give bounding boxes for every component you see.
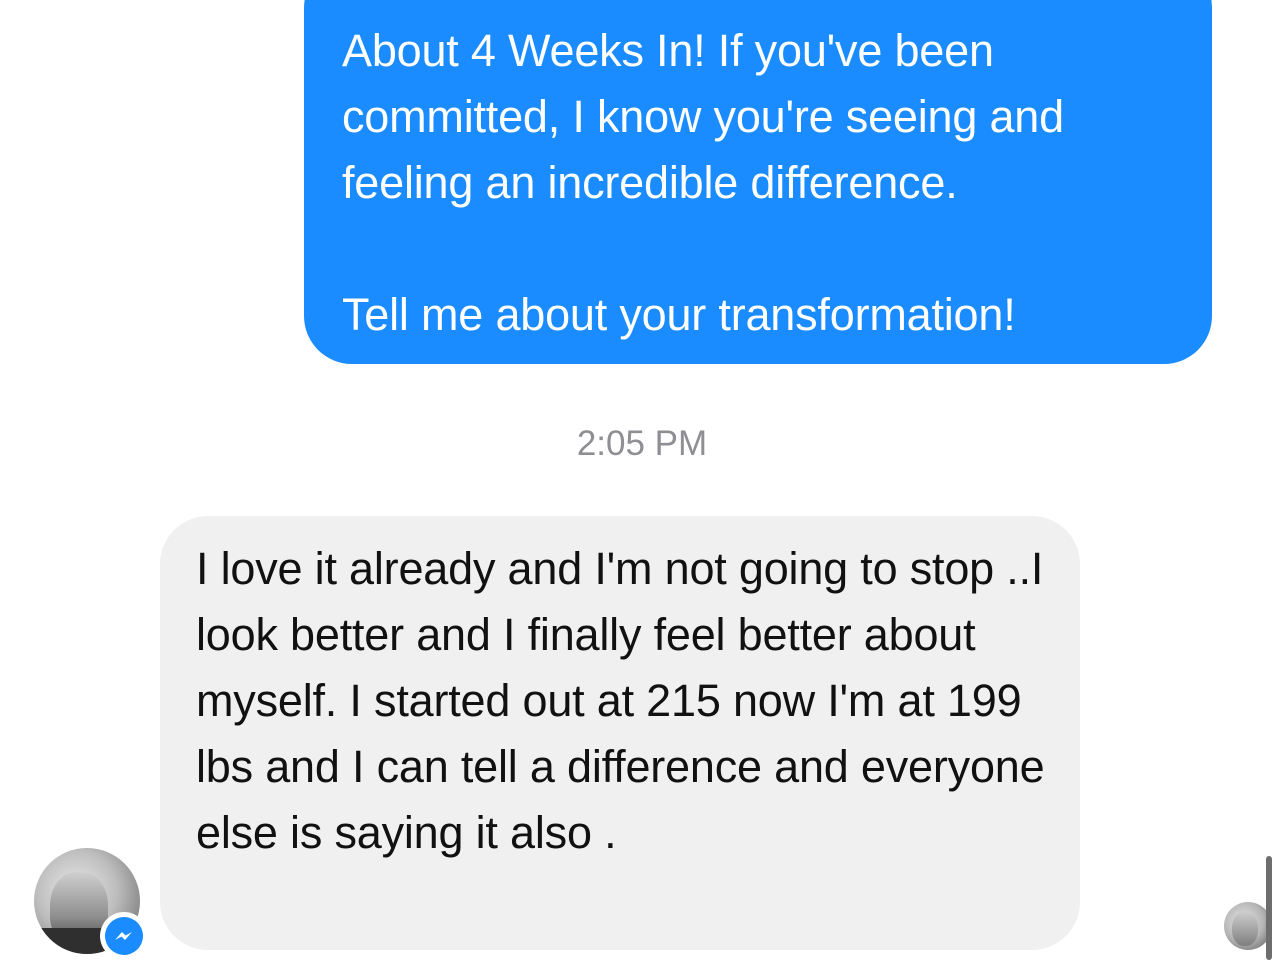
- incoming-message-text: I love it already and I'm not going to s…: [196, 543, 1045, 858]
- scrollbar[interactable]: [1266, 856, 1272, 960]
- outgoing-message-paragraph-2: Tell me about your transformation!: [342, 289, 1016, 340]
- messenger-bolt-icon: [105, 917, 143, 955]
- read-receipt-face: [1232, 912, 1258, 946]
- incoming-message-bubble[interactable]: I love it already and I'm not going to s…: [160, 516, 1080, 950]
- read-receipt-avatar: [1224, 902, 1272, 950]
- outgoing-message-paragraph-1: About 4 Weeks In! If you've been committ…: [342, 25, 1064, 208]
- messenger-badge: [100, 912, 148, 960]
- message-timestamp: 2:05 PM: [576, 424, 708, 463]
- message-thread: About 4 Weeks In! If you've been committ…: [0, 0, 1284, 967]
- outgoing-message-bubble[interactable]: About 4 Weeks In! If you've been committ…: [304, 0, 1212, 364]
